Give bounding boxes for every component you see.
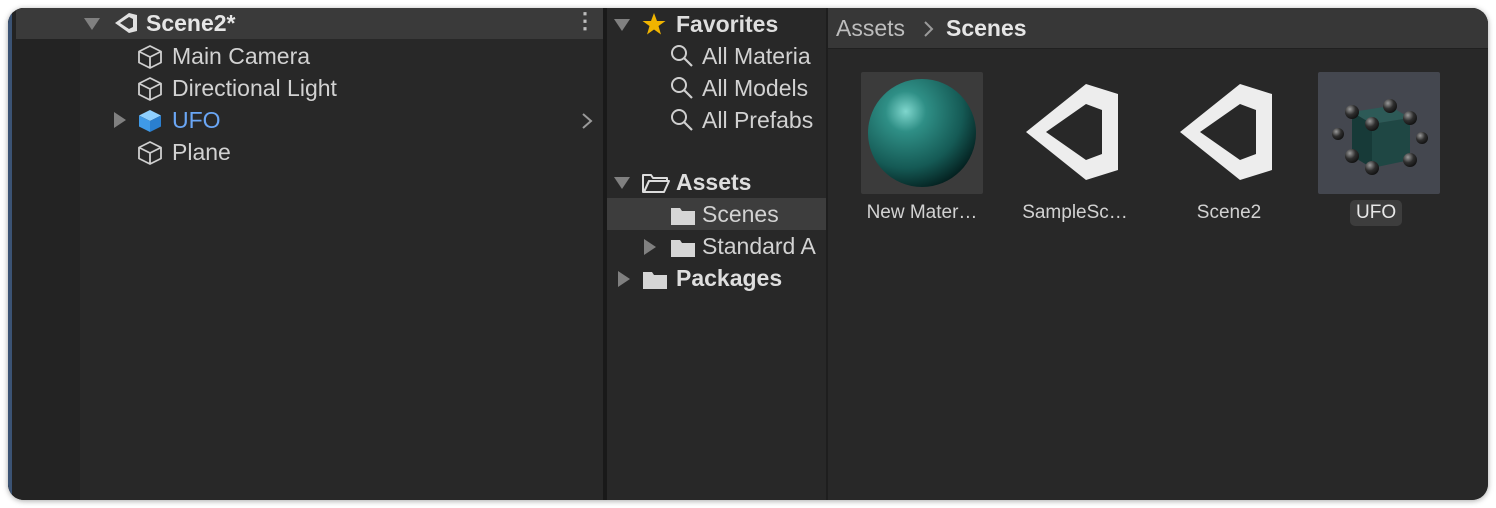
asset-tile-scene2[interactable] [1168,72,1290,194]
scene-header-row[interactable]: Scene2* ⋮ [16,8,603,39]
scene-name: Scene2* [146,10,236,36]
favorites-collapse-arrow-icon[interactable] [614,19,630,31]
hierarchy-item-label: UFO [172,107,221,133]
star-icon [642,13,666,35]
unity-editor-window: Scene2* ⋮ Main Camera Directional Light [8,8,1488,500]
folder-icon [671,240,695,257]
breadcrumb-chevron-icon [924,21,934,37]
folder-open-icon [642,174,670,193]
hierarchy-panel: Scene2* ⋮ Main Camera Directional Light [8,8,603,500]
assets-item-standard-assets[interactable]: Standard A [702,231,816,261]
asset-label-selected: UFO [1350,200,1403,226]
packages-folder-label[interactable]: Packages [676,263,782,293]
unity-scene-icon [1026,84,1118,180]
chevron-right-icon[interactable] [580,111,594,131]
breadcrumb-root[interactable]: Assets [836,13,905,43]
search-icon [671,45,693,67]
favorites-item-all-prefabs[interactable]: All Prefabs [702,105,813,135]
hierarchy-item-label: Main Camera [172,43,311,69]
asset-tile-ufo[interactable] [1318,72,1440,194]
packages-expand-arrow-icon[interactable] [618,271,630,287]
unity-scene-icon [1180,84,1272,180]
favorites-item-all-models[interactable]: All Models [702,73,808,103]
asset-label: SampleSc… [1022,202,1128,223]
collapse-arrow-icon[interactable] [84,18,100,30]
asset-label: Scene2 [1196,202,1262,223]
search-icon [671,77,693,99]
folder-icon [643,272,667,289]
search-icon [671,109,693,131]
hierarchy-item-ufo[interactable]: UFO [8,104,603,136]
assets-item-scenes[interactable]: Scenes [702,199,779,229]
standard-assets-expand-arrow-icon[interactable] [644,239,656,255]
expand-arrow-icon[interactable] [114,112,126,128]
assets-collapse-arrow-icon[interactable] [614,177,630,189]
project-folder-tree: Favorites All Materia All Models All Pre… [607,8,826,500]
breadcrumb: Assets Scenes [828,8,1488,49]
asset-tile-new-material[interactable] [861,72,983,194]
hierarchy-item-label: Directional Light [172,75,337,101]
unity-scene-icon [115,13,137,33]
favorites-item-all-materials[interactable]: All Materia [702,41,811,71]
assets-grid-panel: Assets Scenes New Mater… SampleSc… Scene… [828,8,1488,500]
assets-folder-label[interactable]: Assets [676,167,751,197]
prefab-cube-icon [139,110,161,132]
gameobject-cube-icon [138,45,162,69]
material-sphere-icon [868,79,976,187]
gameobject-cube-icon [138,77,162,101]
scene-menu-kebab-icon[interactable]: ⋮ [574,8,596,36]
favorites-label[interactable]: Favorites [676,9,778,39]
breadcrumb-current[interactable]: Scenes [946,13,1027,43]
hierarchy-item-main-camera[interactable]: Main Camera [8,40,603,72]
asset-tile-samplescene[interactable] [1014,72,1136,194]
hierarchy-item-label: Plane [172,139,231,165]
hierarchy-item-plane[interactable]: Plane [8,136,603,168]
folder-icon [671,208,695,225]
asset-label: New Mater… [866,202,978,223]
gameobject-cube-icon [138,141,162,165]
prefab-model-icon [1332,99,1428,175]
hierarchy-item-directional-light[interactable]: Directional Light [8,72,603,104]
